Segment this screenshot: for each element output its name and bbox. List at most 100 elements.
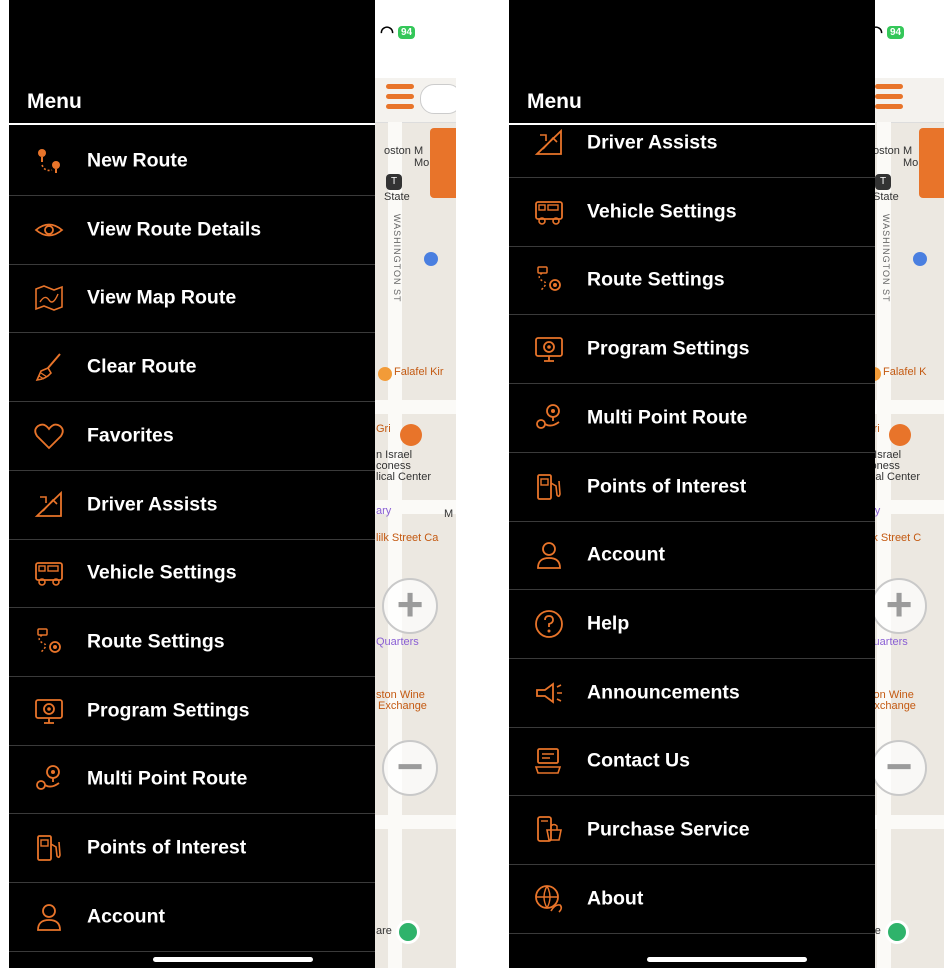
subway-icon[interactable]: T	[386, 174, 402, 190]
status-bar: ◠ 94	[374, 0, 456, 78]
street-name-label: WASHINGTON ST	[392, 214, 402, 303]
map-label: Exchange	[378, 700, 427, 712]
monitor-gear-icon	[33, 695, 65, 727]
map-label: State	[384, 191, 410, 203]
menu-item-multi-point-route[interactable]: Multi Point Route	[9, 745, 375, 815]
hamburger-menu-icon[interactable]	[875, 84, 903, 110]
hamburger-menu-icon[interactable]	[386, 84, 414, 110]
map-label: ary	[376, 505, 392, 517]
menu-item-multi-point-route[interactable]: Multi Point Route	[509, 384, 875, 453]
map-label: Mo	[414, 157, 430, 169]
menu-item-favorites[interactable]: Favorites	[9, 402, 375, 471]
menu-item-program-settings[interactable]: Program Settings	[9, 677, 375, 746]
subway-icon[interactable]: T	[875, 174, 891, 190]
battery-indicator: 94	[886, 25, 905, 39]
map-street	[374, 815, 456, 829]
battery-indicator: 94	[397, 25, 416, 39]
zoom-out-button[interactable]: −	[871, 740, 927, 796]
menu-item-driver-assists[interactable]: Driver Assists	[9, 471, 375, 540]
menu-item-account[interactable]: Account	[9, 883, 375, 952]
menu-item-contact-us[interactable]: Contact Us	[509, 727, 875, 797]
menu-item-label: About	[587, 887, 644, 910]
home-indicator[interactable]	[152, 957, 313, 962]
menu-item-vehicle-settings[interactable]: Vehicle Settings	[509, 178, 875, 247]
fuel-pump-icon	[533, 471, 565, 503]
menu-item-clear-route[interactable]: Clear Route	[9, 333, 375, 403]
menu-item-label: Vehicle Settings	[587, 200, 737, 223]
menu-drawer: Menu New Route View Route Details View Map…	[9, 0, 375, 968]
menu-item-view-map-route[interactable]: View Map Route	[9, 264, 375, 334]
park-icon[interactable]	[396, 920, 420, 944]
menu-item-announcements[interactable]: Announcements	[509, 659, 875, 728]
contact-laptop-icon	[533, 745, 565, 777]
map-label: oston M	[873, 145, 913, 157]
phone-screen-right: ◠ 94 oston M Mo T State WASHINGTON ST Fa…	[509, 0, 944, 968]
menu-item-label: Account	[87, 905, 165, 928]
map-label: oston M	[384, 145, 424, 157]
home-indicator[interactable]	[647, 957, 807, 962]
menu-item-label: Driver Assists	[87, 493, 218, 515]
menu-item-new-route[interactable]: New Route	[9, 127, 375, 196]
search-input[interactable]	[420, 84, 456, 114]
menu-item-label: Points of Interest	[87, 836, 247, 859]
map-view[interactable]: ◠ 94 oston M Mo T State WASHINGTON ST Fa…	[863, 0, 944, 968]
person-icon	[533, 539, 565, 571]
menu-list[interactable]: Driver Assists Vehicle Settings Route Sett…	[509, 125, 875, 968]
menu-item-account[interactable]: Account	[509, 521, 875, 591]
map-view[interactable]: ◠ 94 oston M Mo T State WASHINGTON ST Fa…	[374, 0, 456, 968]
monitor-gear-icon	[533, 333, 565, 365]
multi-pin-icon	[33, 763, 65, 795]
street-name-label: WASHINGTON ST	[881, 214, 891, 303]
route-pins-icon	[33, 145, 65, 177]
map-street	[863, 400, 944, 414]
eye-icon	[33, 214, 65, 246]
road-sign-icon	[533, 127, 565, 159]
menu-item-label: Program Settings	[587, 337, 750, 360]
menu-item-label: Contact Us	[587, 749, 690, 772]
orange-panel-tab[interactable]	[919, 128, 944, 198]
map-icon	[33, 282, 65, 314]
zoom-in-button[interactable]: +	[382, 578, 438, 634]
menu-title: Menu	[527, 90, 582, 113]
menu-item-help[interactable]: Help	[509, 590, 875, 659]
restaurant-icon[interactable]	[378, 367, 392, 381]
zoom-out-button[interactable]: −	[382, 740, 438, 796]
menu-item-vehicle-settings[interactable]: Vehicle Settings	[9, 539, 375, 609]
map-toolbar	[863, 78, 944, 123]
rv-vehicle-icon	[533, 196, 565, 228]
menu-item-route-settings[interactable]: Route Settings	[509, 246, 875, 316]
menu-item-purchase-service[interactable]: Purchase Service	[509, 796, 875, 865]
map-label: State	[873, 191, 899, 203]
menu-item-about[interactable]: About	[509, 865, 875, 934]
poi-marker-icon[interactable]	[424, 252, 438, 266]
fuel-pump-icon	[33, 832, 65, 864]
orange-panel-tab[interactable]	[430, 128, 456, 198]
menu-item-label: Announcements	[587, 681, 740, 704]
poi-marker-icon[interactable]	[913, 252, 927, 266]
menu-item-driver-assists[interactable]: Driver Assists	[509, 125, 875, 178]
status-bar: ◠ 94	[863, 0, 944, 78]
zoom-in-button[interactable]: +	[871, 578, 927, 634]
menu-item-route-settings[interactable]: Route Settings	[9, 608, 375, 677]
menu-list[interactable]: New Route View Route Details View Map Rout…	[9, 125, 375, 968]
menu-item-label: View Route Details	[87, 218, 262, 241]
menu-item-label: Clear Route	[87, 355, 197, 378]
heart-icon	[33, 420, 65, 452]
park-icon[interactable]	[885, 920, 909, 944]
menu-drawer: Menu Driver Assists Vehicle Settings Route…	[509, 0, 875, 968]
menu-item-points-of-interest[interactable]: Points of Interest	[9, 814, 375, 883]
menu-item-label: View Map Route	[87, 286, 237, 309]
rv-vehicle-icon	[33, 557, 65, 589]
menu-item-points-of-interest[interactable]: Points of Interest	[509, 453, 875, 522]
route-gear-icon	[533, 264, 565, 296]
globe-hand-icon	[533, 883, 565, 915]
menu-item-label: Driver Assists	[587, 131, 718, 154]
menu-item-label: Route Settings	[587, 268, 725, 291]
road-sign-icon	[33, 489, 65, 521]
route-gear-icon	[33, 626, 65, 658]
map-street	[374, 400, 456, 414]
map-label: Mo	[903, 157, 919, 169]
menu-item-label: Help	[587, 612, 630, 635]
menu-item-program-settings[interactable]: Program Settings	[509, 315, 875, 385]
menu-item-view-route-details[interactable]: View Route Details	[9, 196, 375, 265]
